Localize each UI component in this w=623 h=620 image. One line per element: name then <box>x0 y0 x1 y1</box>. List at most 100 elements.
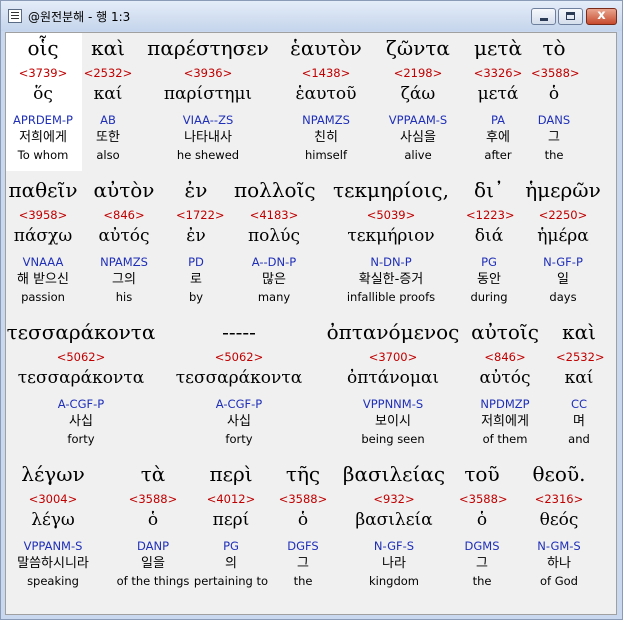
parsing-code: DGMS <box>464 539 500 553</box>
lemma: ὀπτάνομαι <box>346 368 440 388</box>
word-cell[interactable]: παθεῖν <3958> πάσχω VNAAA 해 받으신 passion <box>6 175 80 313</box>
word-cell[interactable]: τὰ <3588> ὁ DANP 일을 of the things <box>108 459 198 597</box>
english-gloss: by <box>188 290 204 304</box>
strong-number: <3958> <box>18 208 68 222</box>
korean-gloss: 의 <box>225 556 237 571</box>
word-cell[interactable]: τὸ <3588> ὁ DANS 그 the <box>531 33 580 171</box>
app-window: @원전분해 - 행 1:3 x οἷς <3739> ὅς APRDEM-P 저희에게 T… <box>0 0 623 620</box>
english-gloss: passion <box>21 290 65 304</box>
korean-gloss: 사십 <box>69 414 93 429</box>
korean-gloss: 그의 <box>112 272 136 287</box>
parsing-code: N-DN-P <box>370 255 412 269</box>
maximize-button[interactable] <box>558 8 583 25</box>
parsing-code: VPPAAM-S <box>388 113 448 127</box>
word-cell[interactable]: ----- <5062> τεσσαράκοντα A-CGF-P 사십 forty <box>164 317 314 455</box>
greek-word: μετὰ <box>474 36 522 60</box>
korean-gloss: 나라 <box>382 556 406 571</box>
parsing-code: NPDMZP <box>480 397 530 411</box>
word-cell[interactable]: πολλοῖς <4183> πολύς A--DN-P 많은 many <box>234 175 316 313</box>
greek-word: θεοῦ. <box>532 462 586 486</box>
title-bar[interactable]: @원전분해 - 행 1:3 x <box>1 1 622 31</box>
strong-number: <2532> <box>556 350 605 364</box>
app-icon[interactable] <box>8 9 22 23</box>
greek-word: βασιλείας <box>342 462 446 486</box>
strong-number: <5039> <box>366 208 416 222</box>
english-gloss: during <box>470 290 508 304</box>
english-gloss: the <box>472 574 492 588</box>
korean-gloss: 일을 <box>141 556 165 571</box>
strong-number: <932> <box>373 492 415 506</box>
word-cell[interactable]: τεσσαράκοντα <5062> τεσσαράκοντα A-CGF-P 사십 f… <box>6 317 156 455</box>
strong-number: <5062> <box>214 350 264 364</box>
strong-number: <3588> <box>459 492 508 506</box>
lemma: τεσσαράκοντα <box>17 368 145 388</box>
parsing-code: NPAMZS <box>302 113 350 127</box>
korean-gloss: 그 <box>476 556 488 571</box>
word-cell[interactable]: θεοῦ. <2316> θεός N-GM-S 하나 of God <box>524 459 594 597</box>
parsing-code: CC <box>570 397 588 411</box>
korean-gloss: 나타내사 <box>184 130 232 145</box>
greek-word: αὐτὸν <box>93 178 155 202</box>
word-cell[interactable]: περὶ <4012> περί PG 의 pertaining to <box>191 459 271 597</box>
word-analysis-grid[interactable]: οἷς <3739> ὅς APRDEM-P 저희에게 To whom καὶ <2532> κ… <box>5 32 617 615</box>
word-cell[interactable]: αὐτοῖς <846> αὐτός NPDMZP 저희에게 of them <box>470 317 540 455</box>
strong-number: <2532> <box>83 66 133 80</box>
word-cell[interactable]: τεκμηρίοις, <5039> τεκμήριον N-DN-P 확실한-증거 in… <box>321 175 461 313</box>
word-cell[interactable]: τοῦ <3588> ὁ DGMS 그 the <box>459 459 508 597</box>
strong-number: <3326> <box>473 66 523 80</box>
word-cell[interactable]: τῆς <3588> ὁ DGFS 그 the <box>278 459 328 597</box>
english-gloss: also <box>96 148 120 162</box>
lemma: καί <box>93 84 123 104</box>
korean-gloss: 로 <box>190 272 202 287</box>
korean-gloss: 동안 <box>477 272 501 287</box>
strong-number: <3739> <box>18 66 68 80</box>
word-cell[interactable]: ὀπτανόμενος <3700> ὀπτάνομαι VPPNNM-S 보이시 bei… <box>313 317 473 455</box>
korean-gloss: 후에 <box>486 130 510 145</box>
greek-word: τὰ <box>140 462 166 486</box>
word-cell[interactable]: αὐτὸν <846> αὐτός NPAMZS 그의 his <box>91 175 157 313</box>
korean-gloss: 사십 <box>227 414 251 429</box>
greek-word: λέγων <box>21 462 85 486</box>
word-cell[interactable]: λέγων <3004> λέγω VPPANM-S 말씀하시니라 speaking <box>13 459 93 597</box>
english-gloss: himself <box>305 148 347 162</box>
strong-number: <4012> <box>206 492 256 506</box>
korean-gloss: 또한 <box>96 130 120 145</box>
word-cell[interactable]: δι᾽ <1223> διά PG 동안 during <box>466 175 515 313</box>
lemma: ἡμέρα <box>537 226 589 246</box>
word-cell[interactable]: καὶ <2532> καί AB 또한 also <box>83 33 133 171</box>
korean-gloss: 해 받으신 <box>17 272 69 287</box>
word-cell[interactable]: καὶ <2532> καί CC 며 and <box>556 317 605 455</box>
parsing-code: VPPANM-S <box>23 539 83 553</box>
parsing-code: A-CGF-P <box>57 397 105 411</box>
minimize-button[interactable] <box>531 8 556 25</box>
word-cell[interactable]: ζῶντα <2198> ζάω VPPAAM-S 사심을 alive <box>368 33 468 171</box>
greek-word: ἐν <box>184 178 208 202</box>
greek-word: ζῶντα <box>386 36 450 60</box>
strong-number: <2198> <box>393 66 443 80</box>
english-gloss: speaking <box>27 574 79 588</box>
english-gloss: kingdom <box>369 574 419 588</box>
parsing-code: A-CGF-P <box>215 397 263 411</box>
lemma: ὁ <box>476 510 488 530</box>
word-cell[interactable]: βασιλείας <932> βασιλεία N-GF-S 나라 kingdom <box>329 459 459 597</box>
close-button[interactable]: x <box>586 8 617 25</box>
lemma: πολύς <box>247 226 301 246</box>
greek-word: οἷς <box>27 36 59 60</box>
word-cell[interactable]: οἷς <3739> ὅς APRDEM-P 저희에게 To whom <box>6 33 82 171</box>
greek-word: ἡμερῶν <box>525 178 601 202</box>
korean-gloss: 일 <box>557 272 569 287</box>
lemma: ἐν <box>186 226 206 246</box>
english-gloss: of God <box>540 574 578 588</box>
word-cell[interactable]: παρέστησεν <3936> παρίστημι VIAA--ZS 나타내사 he … <box>138 33 278 171</box>
lemma: παρίστημι <box>163 84 253 104</box>
word-cell[interactable]: ἡμερῶν <2250> ἡμέρα N-GF-P 일 days <box>523 175 603 313</box>
parsing-code: DGFS <box>287 539 319 553</box>
greek-word: αὐτοῖς <box>471 320 539 344</box>
word-cell[interactable]: ἐν <1722> ἐν PD 로 by <box>176 175 225 313</box>
parsing-code: APRDEM-P <box>13 113 73 127</box>
korean-gloss: 그 <box>297 556 309 571</box>
greek-word: παρέστησεν <box>147 36 269 60</box>
word-cell[interactable]: ἑαυτὸν <1438> ἑαυτοῦ NPAMZS 친히 himself <box>286 33 366 171</box>
word-cell[interactable]: μετὰ <3326> μετά PA 후에 after <box>463 33 533 171</box>
lemma: μετά <box>477 84 519 104</box>
